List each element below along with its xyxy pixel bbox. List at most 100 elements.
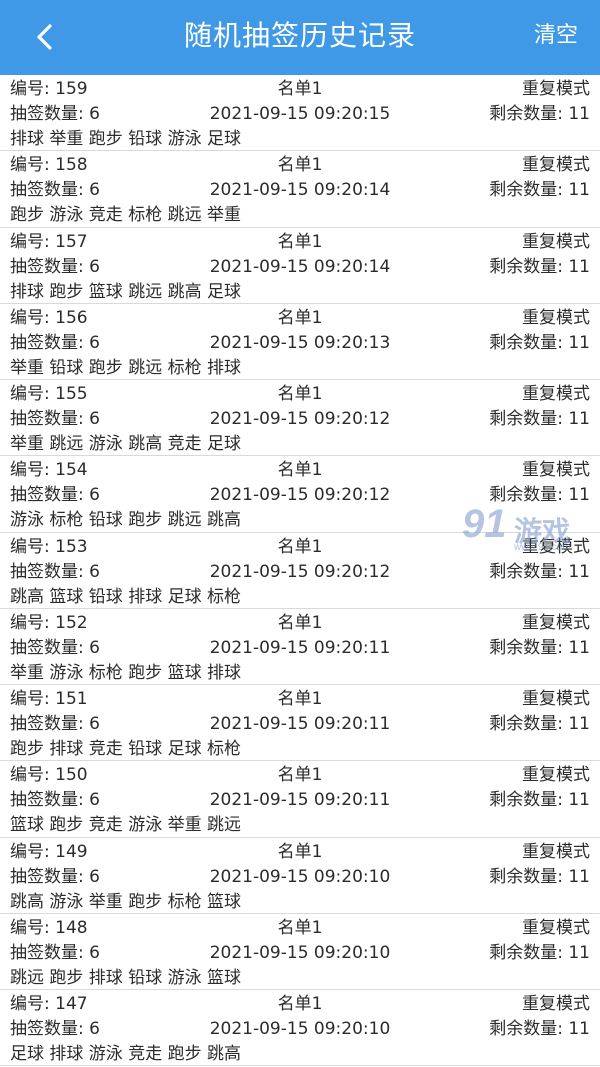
record-meta-line: 抽签数量: 6 2021-09-15 09:20:11 剩余数量: 11 xyxy=(10,636,590,661)
record-list-name: 名单1 xyxy=(277,155,323,176)
record-result: 跳高 游泳 举重 跑步 标枪 篮球 xyxy=(10,891,242,912)
record-header-line: 编号: 153 名单1 重复模式 xyxy=(10,535,590,560)
record-remaining-label: 剩余数量: xyxy=(489,561,563,582)
record-meta-line: 抽签数量: 6 2021-09-15 09:20:10 剩余数量: 11 xyxy=(10,941,590,966)
record-list-name: 名单1 xyxy=(277,79,323,99)
history-record[interactable]: 编号: 147 名单1 重复模式 抽签数量: 6 2021-09-15 09:20:10… xyxy=(0,990,600,1067)
record-mode: 重复模式 xyxy=(522,155,590,176)
record-meta-line: 抽签数量: 6 2021-09-15 09:20:11 剩余数量: 11 xyxy=(10,712,590,737)
record-meta-line: 抽签数量: 6 2021-09-15 09:20:10 剩余数量: 11 xyxy=(10,1017,590,1042)
history-list[interactable]: 编号: 159 名单1 重复模式 抽签数量: 6 2021-09-15 09:20:15… xyxy=(0,75,600,1067)
record-mode: 重复模式 xyxy=(522,689,590,709)
record-remaining: 剩余数量: 11 xyxy=(489,941,590,966)
record-meta-line: 抽签数量: 6 2021-09-15 09:20:14 剩余数量: 11 xyxy=(10,178,590,203)
history-record[interactable]: 编号: 158 名单1 重复模式 抽签数量: 6 2021-09-15 09:20:14… xyxy=(0,151,600,228)
record-meta-line: 抽签数量: 6 2021-09-15 09:20:12 剩余数量: 11 xyxy=(10,560,590,585)
record-mode: 重复模式 xyxy=(522,307,590,328)
record-result: 跳高 篮球 铅球 排球 足球 标枪 xyxy=(10,586,242,607)
record-remaining-label: 剩余数量: xyxy=(489,409,563,429)
record-remaining-value: 11 xyxy=(568,104,590,124)
record-result: 举重 铅球 跑步 跳远 标枪 排球 xyxy=(10,357,242,378)
record-mode: 重复模式 xyxy=(522,765,590,786)
record-meta-line: 抽签数量: 6 2021-09-15 09:20:14 剩余数量: 11 xyxy=(10,255,590,280)
record-header-line: 编号: 150 名单1 重复模式 xyxy=(10,763,590,788)
record-remaining: 剩余数量: 11 xyxy=(489,178,590,203)
record-remaining-label: 剩余数量: xyxy=(489,256,563,277)
record-remaining: 剩余数量: 11 xyxy=(489,712,590,737)
history-record[interactable]: 编号: 149 名单1 重复模式 抽签数量: 6 2021-09-15 09:20:10… xyxy=(0,838,600,914)
record-list-name: 名单1 xyxy=(277,536,323,557)
history-record[interactable]: 编号: 159 名单1 重复模式 抽签数量: 6 2021-09-15 09:20:15… xyxy=(0,75,600,152)
record-meta-line: 抽签数量: 6 2021-09-15 09:20:10 剩余数量: 11 xyxy=(10,865,590,890)
history-record[interactable]: 编号: 155 名单1 重复模式 抽签数量: 6 2021-09-15 09:20:12… xyxy=(0,380,600,457)
record-remaining: 剩余数量: 11 xyxy=(489,1017,590,1042)
record-result: 跳远 跑步 排球 铅球 游泳 篮球 xyxy=(10,967,242,988)
record-header-line: 编号: 159 名单1 重复模式 xyxy=(10,77,590,102)
record-remaining-value: 11 xyxy=(568,790,590,811)
record-result: 足球 排球 游泳 竞走 跑步 跳高 xyxy=(10,1044,242,1064)
record-remaining: 剩余数量: 11 xyxy=(489,788,590,813)
record-list-name: 名单1 xyxy=(277,917,323,938)
record-meta-line: 抽签数量: 6 2021-09-15 09:20:12 剩余数量: 11 xyxy=(10,483,590,508)
clear-button[interactable]: 清空 xyxy=(534,0,578,75)
record-header-line: 编号: 147 名单1 重复模式 xyxy=(10,992,590,1017)
history-record[interactable]: 编号: 154 名单1 重复模式 抽签数量: 6 2021-09-15 09:20:12… xyxy=(0,456,600,533)
record-remaining: 剩余数量: 11 xyxy=(489,865,590,890)
history-record[interactable]: 编号: 151 名单1 重复模式 抽签数量: 6 2021-09-15 09:20:11… xyxy=(0,685,600,762)
record-header-line: 编号: 155 名单1 重复模式 xyxy=(10,382,590,407)
record-mode: 重复模式 xyxy=(522,231,590,252)
record-remaining: 剩余数量: 11 xyxy=(489,255,590,280)
record-meta-line: 抽签数量: 6 2021-09-15 09:20:13 剩余数量: 11 xyxy=(10,331,590,356)
record-result: 排球 跑步 篮球 跳远 跳高 足球 xyxy=(10,281,242,302)
history-record[interactable]: 编号: 153 名单1 重复模式 抽签数量: 6 2021-09-15 09:20:12… xyxy=(0,533,600,609)
record-list-name: 名单1 xyxy=(277,765,323,786)
record-header-line: 编号: 151 名单1 重复模式 xyxy=(10,687,590,712)
record-list-name: 名单1 xyxy=(277,841,323,862)
record-remaining-label: 剩余数量: xyxy=(489,637,563,658)
record-remaining: 剩余数量: 11 xyxy=(489,560,590,585)
record-list-name: 名单1 xyxy=(277,231,323,252)
record-result: 举重 游泳 标枪 跑步 篮球 排球 xyxy=(10,662,242,683)
record-remaining-label: 剩余数量: xyxy=(489,332,563,353)
record-header-line: 编号: 156 名单1 重复模式 xyxy=(10,306,590,331)
history-record[interactable]: 编号: 157 名单1 重复模式 抽签数量: 6 2021-09-15 09:20:14… xyxy=(0,228,600,304)
record-list-name: 名单1 xyxy=(277,994,323,1014)
record-mode: 重复模式 xyxy=(522,917,590,938)
record-result: 排球 举重 跑步 铅球 游泳 足球 xyxy=(10,129,242,149)
history-record[interactable]: 编号: 150 名单1 重复模式 抽签数量: 6 2021-09-15 09:20:11… xyxy=(0,761,600,838)
record-remaining: 剩余数量: 11 xyxy=(489,102,590,127)
history-record[interactable]: 编号: 148 名单1 重复模式 抽签数量: 6 2021-09-15 09:20:10… xyxy=(0,914,600,990)
record-mode: 重复模式 xyxy=(522,79,590,99)
record-remaining-value: 11 xyxy=(568,866,590,887)
record-remaining-label: 剩余数量: xyxy=(489,714,563,734)
record-remaining-value: 11 xyxy=(568,561,590,582)
history-record[interactable]: 编号: 156 名单1 重复模式 抽签数量: 6 2021-09-15 09:20:13… xyxy=(0,304,600,380)
record-list-name: 名单1 xyxy=(277,460,323,481)
record-result: 举重 跳远 游泳 跳高 竞走 足球 xyxy=(10,434,242,454)
record-remaining-value: 11 xyxy=(568,180,590,201)
record-remaining-label: 剩余数量: xyxy=(489,942,563,963)
record-remaining-value: 11 xyxy=(568,409,590,429)
record-meta-line: 抽签数量: 6 2021-09-15 09:20:11 剩余数量: 11 xyxy=(10,788,590,813)
record-list-name: 名单1 xyxy=(277,612,323,633)
record-remaining-value: 11 xyxy=(568,637,590,658)
record-remaining-label: 剩余数量: xyxy=(489,104,563,124)
record-header-line: 编号: 152 名单1 重复模式 xyxy=(10,611,590,636)
history-record[interactable]: 编号: 152 名单1 重复模式 抽签数量: 6 2021-09-15 09:20:11… xyxy=(0,609,600,685)
record-header-line: 编号: 154 名单1 重复模式 xyxy=(10,458,590,483)
record-result: 跑步 游泳 竞走 标枪 跳远 举重 xyxy=(10,205,242,226)
record-mode: 重复模式 xyxy=(522,384,590,404)
record-remaining: 剩余数量: 11 xyxy=(489,331,590,356)
record-remaining: 剩余数量: 11 xyxy=(489,636,590,661)
record-mode: 重复模式 xyxy=(522,612,590,633)
record-remaining-label: 剩余数量: xyxy=(489,1019,563,1039)
record-list-name: 名单1 xyxy=(277,384,323,404)
record-remaining: 剩余数量: 11 xyxy=(489,407,590,432)
record-list-name: 名单1 xyxy=(277,307,323,328)
record-result: 游泳 标枪 铅球 跑步 跳远 跳高 xyxy=(10,510,242,531)
record-mode: 重复模式 xyxy=(522,994,590,1014)
record-mode: 重复模式 xyxy=(522,460,590,481)
record-meta-line: 抽签数量: 6 2021-09-15 09:20:15 剩余数量: 11 xyxy=(10,102,590,127)
record-remaining-value: 11 xyxy=(568,714,590,734)
page-title: 随机抽签历史记录 xyxy=(183,19,416,52)
